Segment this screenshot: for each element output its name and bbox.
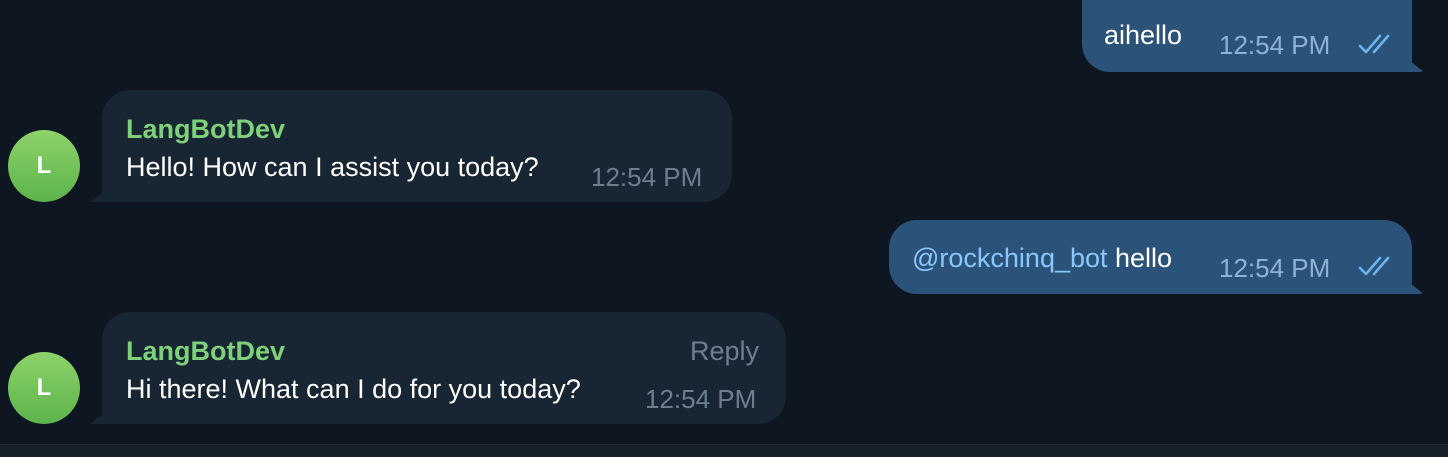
- outgoing-message[interactable]: @rockchinq_bot hello 12:54 PM: [889, 220, 1424, 294]
- incoming-message[interactable]: LangBotDev Reply Hi there! What can I do…: [90, 312, 786, 424]
- double-check-icon: [1358, 34, 1390, 54]
- composer-bar: [0, 444, 1448, 457]
- message-time: 12:54 PM: [1219, 30, 1331, 60]
- mention-link[interactable]: @rockchinq_bot: [912, 243, 1108, 273]
- message-time: 12:54 PM: [1219, 253, 1331, 283]
- reply-button[interactable]: Reply: [690, 336, 759, 367]
- incoming-message[interactable]: LangBotDev Hello! How can I assist you t…: [90, 90, 732, 202]
- sender-name[interactable]: LangBotDev: [126, 336, 285, 367]
- message-text: @rockchinq_bot hello: [912, 243, 1172, 274]
- message-time: 12:54 PM: [591, 162, 703, 192]
- message-time: 12:54 PM: [645, 384, 757, 414]
- bubble-tail: [1406, 58, 1424, 72]
- bubble-tail: [90, 410, 108, 424]
- chat-history: aihello 12:54 PM L LangBotDev Hello! How…: [0, 0, 1448, 444]
- bubble-tail: [1406, 280, 1424, 294]
- outgoing-message[interactable]: aihello 12:54 PM: [1082, 0, 1424, 72]
- double-check-icon: [1358, 256, 1390, 276]
- message-body: hello: [1107, 243, 1173, 273]
- avatar[interactable]: L: [8, 352, 80, 424]
- sender-name[interactable]: LangBotDev: [126, 114, 285, 145]
- message-text: Hi there! What can I do for you today?: [126, 374, 581, 404]
- message-text: aihello: [1104, 20, 1183, 50]
- avatar[interactable]: L: [8, 130, 80, 202]
- message-text: Hello! How can I assist you today?: [126, 152, 539, 182]
- bubble-tail: [90, 188, 108, 202]
